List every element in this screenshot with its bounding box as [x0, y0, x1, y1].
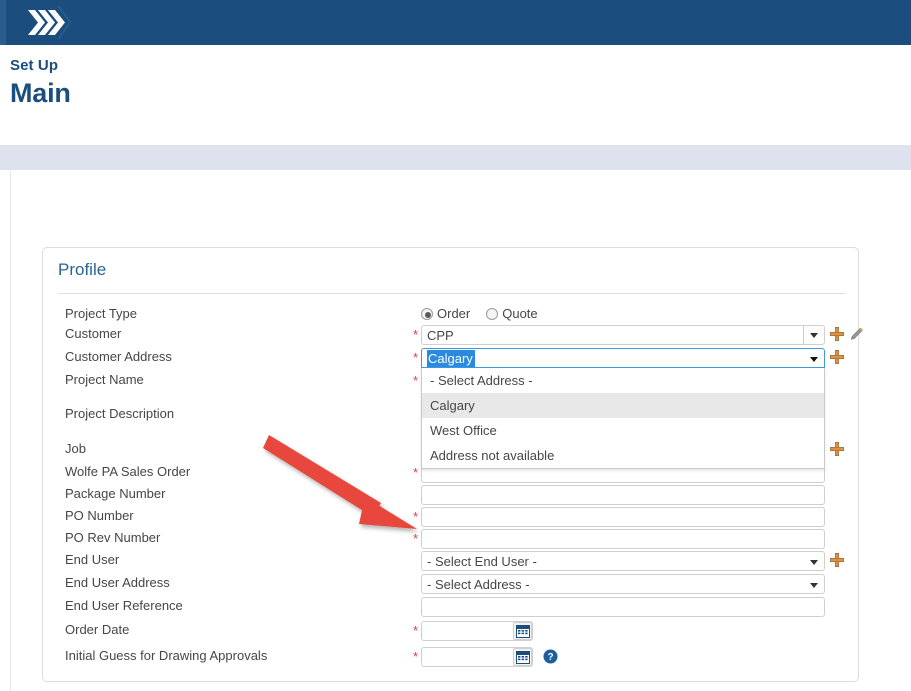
profile-panel-rule	[58, 293, 845, 294]
field-label: End User	[65, 552, 120, 567]
dropdown-option[interactable]: Calgary	[422, 393, 824, 418]
select-value: - Select Address -	[427, 577, 530, 592]
dropdown-option[interactable]: Address not available	[422, 443, 824, 468]
select-value: - Select End User -	[427, 554, 537, 569]
field-control: CPP	[421, 325, 825, 345]
breadcrumb-eyebrow: Set Up	[10, 57, 59, 74]
page-title: Main	[10, 78, 71, 108]
project-type-radio-group: Order Quote	[421, 305, 554, 323]
help-circle-icon: ?	[543, 649, 558, 664]
radio-option-order[interactable]: Order	[421, 305, 470, 323]
input-po-number[interactable]	[421, 507, 825, 527]
field-label: Customer Address	[65, 349, 172, 364]
form-row: Package Number	[43, 485, 860, 507]
header-left-edge	[0, 0, 6, 45]
input-po-rev-number[interactable]	[421, 529, 825, 549]
select-end-user[interactable]: - Select End User -	[421, 551, 825, 571]
customer-address-dropdown-list[interactable]: - Select Address - Calgary West Office Addr…	[421, 368, 825, 469]
radio-label: Order	[437, 306, 471, 321]
radio-label: Quote	[502, 306, 538, 321]
calendar-picker-button[interactable]	[513, 622, 532, 640]
field-label: End User Address	[65, 575, 170, 590]
field-label: End User Reference	[65, 598, 183, 613]
field-label: Project Description	[65, 406, 175, 421]
required-marker: *	[413, 465, 419, 480]
field-control: Calgary	[421, 348, 825, 368]
form-row: Initial Guess for Drawing Approvals *?	[43, 647, 860, 669]
required-marker: *	[413, 327, 419, 342]
input-package-number[interactable]	[421, 485, 825, 505]
select-end-user-address[interactable]: - Select Address -	[421, 574, 825, 594]
edit-customer-button[interactable]	[849, 327, 864, 342]
header-swoosh-decoration	[57, 6, 72, 39]
profile-panel: Profile Project Type Order Quote Customer * C…	[42, 247, 863, 682]
pencil-icon	[850, 327, 863, 340]
form-row: End User Address - Select Address -	[43, 574, 860, 596]
page-title-area: Set Up Main	[0, 45, 911, 145]
form-row: Project Type Order Quote	[43, 305, 860, 327]
customer-address-value: Calgary	[427, 350, 475, 367]
calendar-picker-button[interactable]	[513, 648, 532, 666]
field-label: Order Date	[65, 622, 130, 637]
app-header-bar	[0, 0, 911, 45]
calendar-icon	[516, 625, 530, 638]
help-icon[interactable]: ?	[543, 649, 558, 664]
form-row: PO Number *	[43, 507, 860, 529]
field-control	[421, 507, 825, 527]
field-label: Project Name	[65, 372, 144, 387]
required-marker: *	[413, 649, 419, 664]
field-control: - Select Address -	[421, 574, 825, 594]
field-control	[421, 621, 533, 641]
form-row: Customer Address * Calgary	[43, 348, 860, 370]
radio-dot-icon	[421, 308, 433, 320]
chevron-down-icon	[810, 583, 818, 588]
profile-panel-title: Profile	[58, 260, 107, 279]
field-control: ?	[421, 647, 558, 667]
field-label: Job	[65, 441, 86, 456]
customer-address-select[interactable]: Calgary	[421, 348, 825, 368]
add-job-button[interactable]	[830, 442, 844, 456]
form-row: Customer * CPP	[43, 325, 863, 347]
form-row: Order Date *	[43, 621, 860, 643]
required-marker: *	[413, 623, 419, 638]
field-label: Package Number	[65, 486, 166, 501]
chevron-down-icon	[810, 357, 818, 362]
field-control: Order Quote	[421, 305, 554, 323]
field-label: Wolfe PA Sales Order	[65, 464, 191, 479]
add-customer-address-button[interactable]	[830, 350, 844, 364]
dropdown-option[interactable]: - Select Address -	[422, 368, 824, 393]
form-row: End User - Select End User -	[43, 551, 860, 573]
add-end-user-button[interactable]	[830, 553, 844, 567]
add-customer-button[interactable]	[830, 327, 844, 341]
required-marker: *	[413, 373, 419, 388]
field-label: PO Number	[65, 508, 134, 523]
field-label: Customer	[65, 326, 122, 341]
radio-dot-icon	[486, 308, 499, 320]
input-end-user-reference[interactable]	[421, 597, 825, 617]
chevron-down-icon	[810, 333, 818, 338]
form-row: PO Rev Number *	[43, 529, 860, 551]
calendar-icon	[516, 651, 530, 664]
field-control	[421, 485, 825, 505]
required-marker: *	[413, 509, 419, 524]
required-marker: *	[413, 531, 419, 546]
dropdown-option[interactable]: West Office	[422, 418, 824, 443]
section-divider-band	[0, 145, 911, 170]
customer-combobox[interactable]: CPP	[421, 325, 825, 345]
field-control	[421, 597, 825, 617]
customer-value: CPP	[427, 328, 454, 343]
field-label: PO Rev Number	[65, 530, 161, 545]
radio-option-quote[interactable]: Quote	[486, 305, 538, 323]
field-label: Project Type	[65, 306, 138, 321]
main-content-area: Profile Project Type Order Quote Customer * C…	[10, 170, 911, 691]
field-control: - Select End User -	[421, 551, 825, 571]
field-label: Initial Guess for Drawing Approvals	[65, 648, 268, 663]
required-marker: *	[413, 350, 419, 365]
field-control	[421, 529, 825, 549]
form-row: End User Reference	[43, 597, 860, 619]
svg-text:?: ?	[547, 652, 553, 663]
chevron-down-icon	[810, 560, 818, 565]
